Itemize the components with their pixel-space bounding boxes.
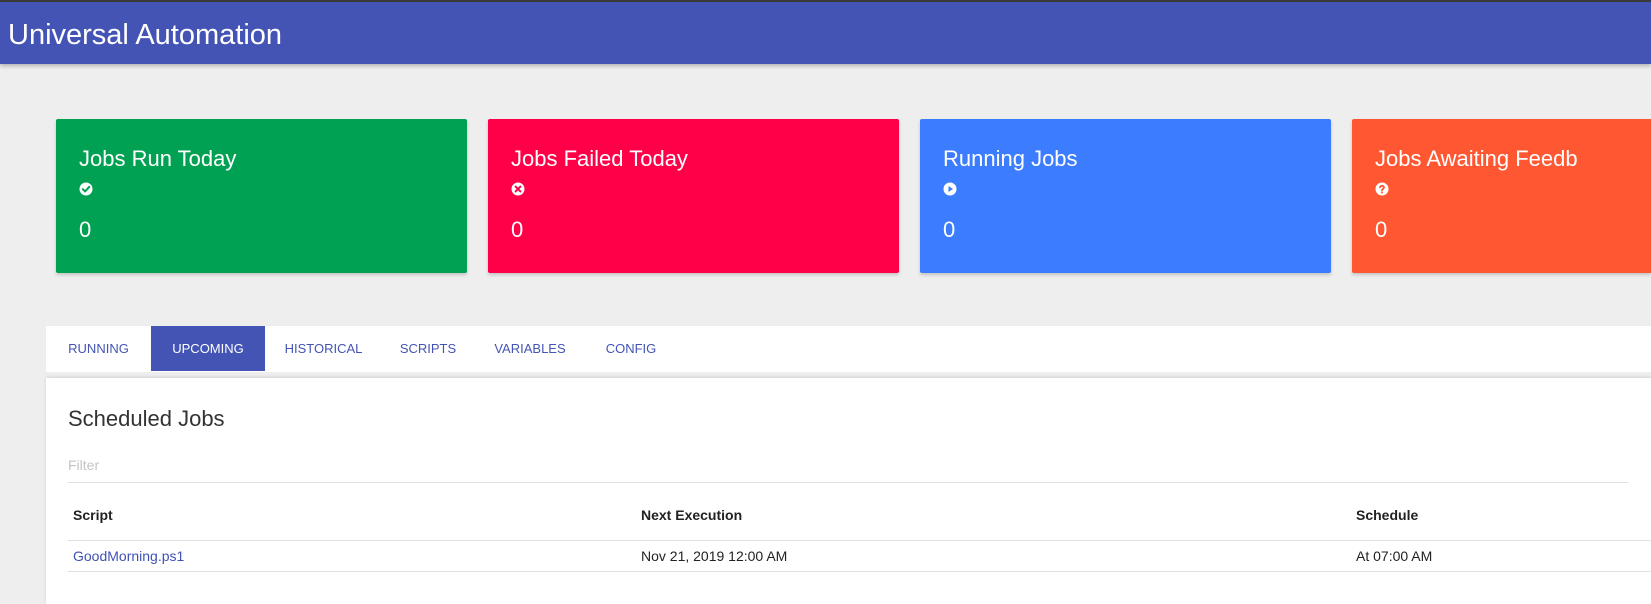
card-title: Running Jobs (943, 146, 1078, 171)
tab-config[interactable]: Config (586, 326, 676, 371)
card-value: 0 (943, 217, 956, 242)
scheduled-jobs-panel: Scheduled Jobs Script Next Execution Sch… (46, 378, 1651, 604)
tab-variables[interactable]: Variables (474, 326, 586, 371)
times-circle-icon (511, 182, 525, 196)
panel-title: Scheduled Jobs (68, 406, 225, 431)
next-execution-cell: Nov 21, 2019 12:00 AM (641, 548, 788, 564)
question-circle-icon (1375, 182, 1389, 196)
script-link[interactable]: GoodMorning.ps1 (73, 548, 184, 564)
filter-input[interactable] (68, 448, 1628, 483)
check-circle-icon (79, 182, 93, 196)
card-value: 0 (79, 217, 92, 242)
column-header-schedule[interactable]: Schedule (1356, 507, 1418, 523)
column-header-script[interactable]: Script (73, 507, 113, 523)
column-header-next-execution[interactable]: Next Execution (641, 507, 742, 523)
card-title: Jobs Awaiting Feedb (1375, 146, 1578, 171)
app-title: Universal Automation (8, 19, 283, 51)
tab-scripts[interactable]: Scripts (382, 326, 474, 371)
card-jobs-run-today: Jobs Run Today 0 (56, 119, 467, 273)
card-jobs-failed-today: Jobs Failed Today 0 (488, 119, 899, 273)
tab-upcoming[interactable]: Upcoming (151, 326, 265, 371)
card-value: 0 (1375, 217, 1388, 242)
tab-bar: Running Upcoming Historical Scripts Vari… (46, 326, 1651, 372)
row-divider (68, 571, 1651, 572)
card-title: Jobs Failed Today (511, 146, 688, 171)
tab-historical[interactable]: Historical (265, 326, 382, 371)
header-divider (68, 540, 1651, 541)
card-jobs-awaiting-feedback: Jobs Awaiting Feedb 0 (1352, 119, 1651, 273)
play-circle-icon (943, 182, 957, 196)
card-running-jobs: Running Jobs 0 (920, 119, 1331, 273)
card-value: 0 (511, 217, 524, 242)
card-title: Jobs Run Today (79, 146, 237, 171)
tab-running[interactable]: Running (46, 326, 151, 371)
app-header: Universal Automation (0, 2, 1651, 64)
schedule-cell: At 07:00 AM (1356, 548, 1433, 564)
